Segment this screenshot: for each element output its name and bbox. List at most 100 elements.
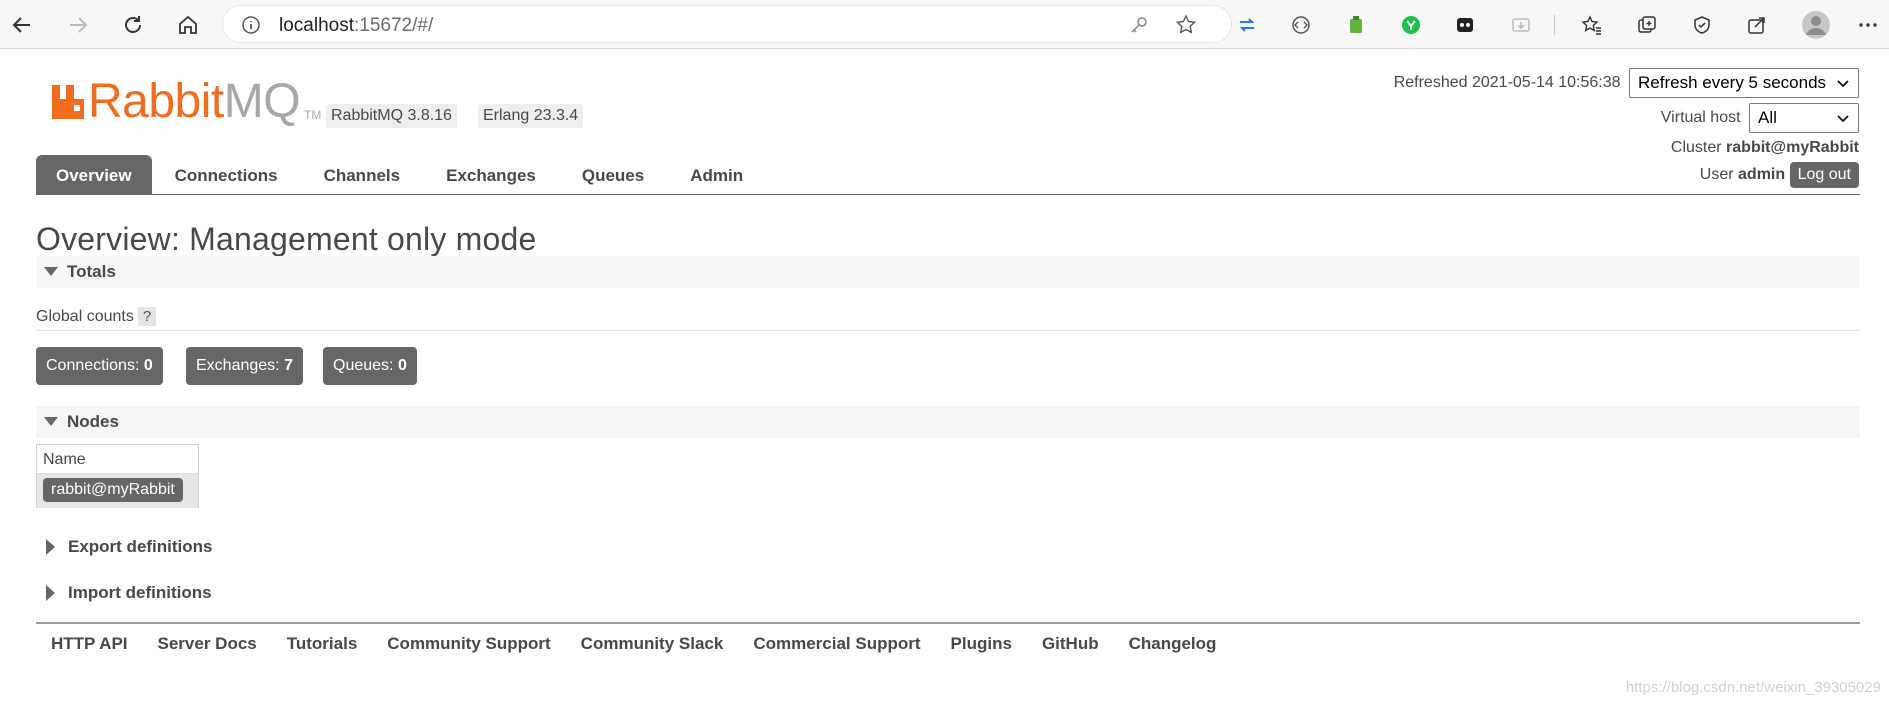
export-definitions-label: Export definitions <box>68 537 213 556</box>
connections-count-label: Connections: <box>46 357 140 374</box>
collections-icon[interactable] <box>1634 12 1660 38</box>
totals-heading: Totals <box>67 262 116 281</box>
tab-overview[interactable]: Overview <box>36 155 152 195</box>
totals-section-toggle[interactable]: Totals <box>36 256 1860 288</box>
forward-button[interactable] <box>62 9 94 41</box>
extension-y-icon[interactable] <box>1398 12 1424 38</box>
node-link[interactable]: rabbit@myRabbit <box>43 478 183 502</box>
triangle-right-icon <box>46 585 55 601</box>
extension-code-icon[interactable] <box>1288 12 1314 38</box>
tab-exchanges[interactable]: Exchanges <box>423 155 559 195</box>
footer-links: HTTP API Server Docs Tutorials Community… <box>51 634 1246 654</box>
refreshed-label: Refreshed <box>1393 74 1468 92</box>
browser-toolbar: localhost:15672/#/ <box>0 0 1889 49</box>
footer-link-plugins[interactable]: Plugins <box>951 634 1012 654</box>
vhost-label: Virtual host <box>1660 109 1741 127</box>
rabbitmq-version-badge: RabbitMQ 3.8.16 <box>326 104 457 128</box>
footer-link-community-slack[interactable]: Community Slack <box>581 634 724 654</box>
url-text: localhost:15672/#/ <box>279 15 434 36</box>
queues-count-button[interactable]: Queues: 0 <box>323 347 417 385</box>
triangle-down-icon <box>44 267 58 276</box>
reload-button[interactable] <box>117 9 149 41</box>
main-tabs: Overview Connections Channels Exchanges … <box>36 155 766 195</box>
nodes-section-toggle[interactable]: Nodes <box>36 406 1860 438</box>
extension-disabled-icon[interactable] <box>1508 12 1534 38</box>
key-icon[interactable] <box>1129 15 1149 35</box>
footer-divider <box>36 622 1860 624</box>
triangle-down-icon <box>44 417 58 426</box>
nodes-column-name: Name <box>37 445 198 474</box>
exchanges-count-label: Exchanges: <box>196 357 280 374</box>
forward-arrow-icon <box>70 17 88 33</box>
footer-link-community-support[interactable]: Community Support <box>387 634 550 654</box>
user-label: User <box>1699 166 1734 184</box>
connections-count-button[interactable]: Connections: 0 <box>36 347 163 385</box>
connections-count-value: 0 <box>143 357 153 374</box>
help-button[interactable]: ? <box>137 307 157 326</box>
table-row: rabbit@myRabbit <box>37 474 198 508</box>
rabbitmq-logo[interactable]: Rabbit MQ TM <box>50 75 322 128</box>
footer-link-commercial-support[interactable]: Commercial Support <box>753 634 920 654</box>
nodes-table: Name rabbit@myRabbit <box>36 444 199 508</box>
cluster-label: Cluster <box>1670 139 1722 156</box>
logo-mq-text: MQ <box>223 75 301 128</box>
tab-channels[interactable]: Channels <box>301 155 424 195</box>
extension-sync-icon[interactable] <box>1234 12 1260 38</box>
back-button[interactable] <box>6 9 38 41</box>
footer-link-tutorials[interactable]: Tutorials <box>287 634 358 654</box>
info-icon[interactable] <box>241 15 261 35</box>
vhost-value: All <box>1758 108 1777 127</box>
erlang-version-badge: Erlang 23.3.4 <box>478 104 584 128</box>
more-menu-icon[interactable] <box>1855 12 1881 38</box>
exchanges-count-button[interactable]: Exchanges: 7 <box>186 347 303 385</box>
logout-button[interactable]: Log out <box>1789 162 1859 188</box>
nodes-heading: Nodes <box>67 412 119 431</box>
chevron-down-icon <box>1837 80 1849 88</box>
global-counts-label: Global counts? <box>36 307 157 326</box>
queues-count-label: Queues: <box>333 357 394 374</box>
cluster-name: rabbit@myRabbit <box>1726 139 1859 156</box>
add-favorite-icon[interactable] <box>1175 14 1197 36</box>
back-arrow-icon <box>12 17 30 33</box>
chevron-down-icon <box>1837 115 1849 123</box>
tabs-divider <box>36 194 1860 195</box>
refreshed-time: 2021-05-14 10:56:38 <box>1471 74 1621 92</box>
queues-count-value: 0 <box>397 357 407 374</box>
footer-link-server-docs[interactable]: Server Docs <box>158 634 257 654</box>
import-definitions-label: Import definitions <box>68 583 212 602</box>
watermark: https://blog.csdn.net/weixin_39305029 <box>1625 679 1881 696</box>
refresh-row: Refreshed 2021-05-14 10:56:38 Refresh ev… <box>1394 68 1859 98</box>
profile-avatar-icon[interactable] <box>1801 10 1831 40</box>
footer-link-github[interactable]: GitHub <box>1042 634 1099 654</box>
tab-admin[interactable]: Admin <box>667 155 766 195</box>
logo-trademark: TM <box>304 108 322 122</box>
tab-connections[interactable]: Connections <box>152 155 301 195</box>
cluster-row: Cluster rabbit@myRabbit <box>1671 139 1859 157</box>
global-counts-divider <box>36 330 1860 331</box>
home-button[interactable] <box>172 9 204 41</box>
toolbar-separator <box>1554 15 1555 35</box>
extension-green-icon[interactable] <box>1343 12 1369 38</box>
footer-link-changelog[interactable]: Changelog <box>1129 634 1217 654</box>
exchanges-count-value: 7 <box>284 357 293 374</box>
refresh-interval-select[interactable]: Refresh every 5 seconds <box>1629 68 1859 98</box>
logo-rabbit-text: Rabbit <box>88 75 224 128</box>
refresh-interval-value: Refresh every 5 seconds <box>1638 73 1827 92</box>
extension-dark-icon[interactable] <box>1452 12 1478 38</box>
rabbitmq-logo-icon <box>52 85 84 119</box>
triangle-right-icon <box>46 539 55 555</box>
browser-essentials-icon[interactable] <box>1689 12 1715 38</box>
tab-queues[interactable]: Queues <box>559 155 667 195</box>
address-bar[interactable]: localhost:15672/#/ <box>222 5 1232 43</box>
global-counts-text: Global counts <box>36 308 134 325</box>
share-icon[interactable] <box>1744 12 1770 38</box>
user-row: User admin Log out <box>1700 162 1859 188</box>
vhost-row: Virtual host All <box>1661 103 1859 133</box>
user-name: admin <box>1738 166 1786 184</box>
reload-icon <box>125 16 141 33</box>
home-icon <box>179 15 197 34</box>
footer-link-http-api[interactable]: HTTP API <box>51 634 128 654</box>
favorites-icon[interactable] <box>1579 12 1605 38</box>
page-title: Overview: Management only mode <box>36 221 537 257</box>
vhost-select[interactable]: All <box>1749 103 1859 133</box>
